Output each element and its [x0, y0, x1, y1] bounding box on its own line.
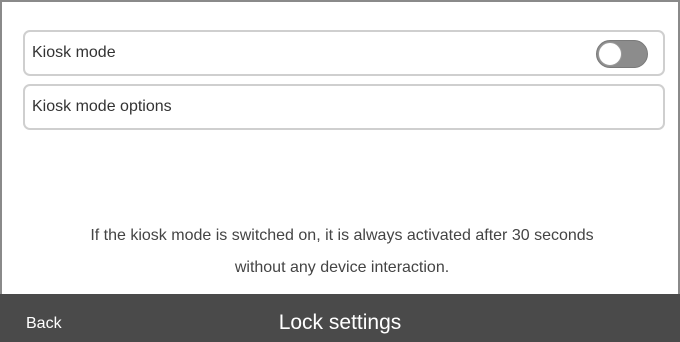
bottom-bar: Back Lock settings: [0, 294, 680, 342]
kiosk-mode-toggle[interactable]: [596, 40, 648, 68]
info-line-1: If the kiosk mode is switched on, it is …: [90, 227, 594, 244]
kiosk-mode-label: Kiosk mode: [32, 44, 116, 61]
info-line-2: without any device interaction.: [234, 259, 450, 276]
kiosk-mode-row[interactable]: Kiosk mode: [23, 30, 665, 76]
page-title: Lock settings: [278, 311, 402, 334]
toggle-knob: [598, 42, 622, 66]
kiosk-mode-options-row[interactable]: Kiosk mode options: [23, 84, 665, 130]
settings-panel: Kiosk mode Kiosk mode options If the kio…: [0, 0, 680, 342]
kiosk-mode-options-label: Kiosk mode options: [32, 98, 172, 115]
info-text: If the kiosk mode is switched on, it is …: [22, 220, 662, 284]
